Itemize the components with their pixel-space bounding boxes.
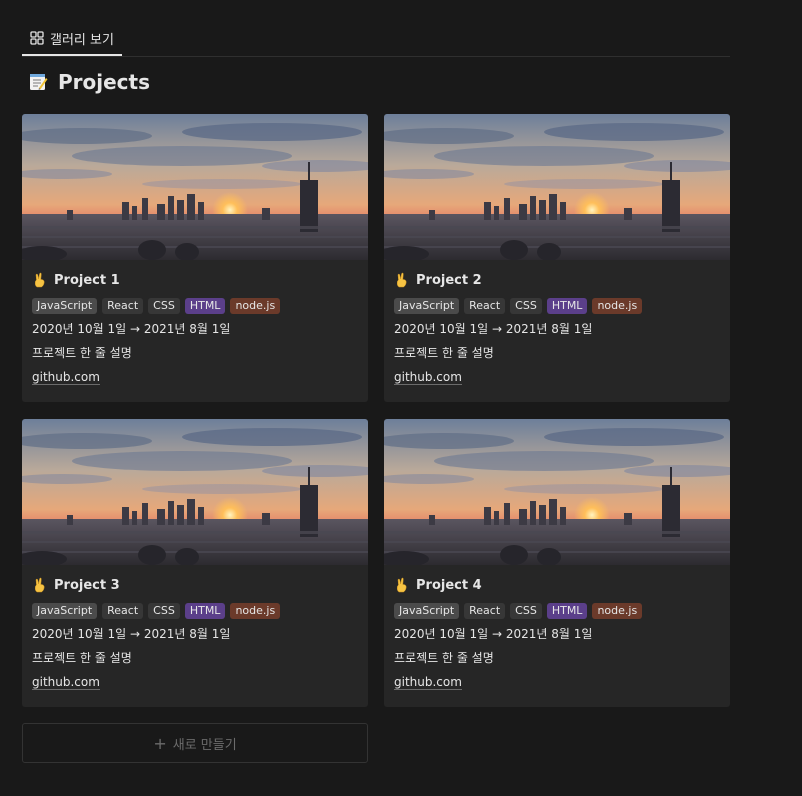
plus-icon: + (153, 733, 167, 753)
card-title: Project 3 (54, 577, 120, 593)
card-title: Project 4 (416, 577, 482, 593)
tag-react: React (102, 603, 144, 619)
tag-css: CSS (510, 298, 542, 314)
new-item-button[interactable]: + 새로 만들기 (22, 723, 368, 763)
tag-node: node.js (230, 298, 281, 314)
link-text[interactable]: github.com (32, 675, 100, 690)
tag-html: HTML (546, 298, 588, 314)
date-range: 2020년 10월 1일 → 2021년 8월 1일 (32, 322, 231, 336)
description: 프로젝트 한 줄 설명 (394, 651, 494, 665)
tag-css: CSS (148, 298, 180, 314)
description: 프로젝트 한 줄 설명 (32, 346, 132, 360)
link[interactable]: github.com (394, 369, 720, 386)
cover-image (22, 419, 368, 565)
victory-hand-icon (34, 272, 45, 288)
view-tabbar: 갤러리 보기 (22, 22, 730, 57)
tag-node: node.js (230, 603, 281, 619)
link[interactable]: github.com (32, 674, 358, 691)
tag-css: CSS (510, 603, 542, 619)
tag-css: CSS (148, 603, 180, 619)
tab-gallery-label: 갤러리 보기 (50, 32, 114, 48)
tag-list: JavaScript React CSS HTML node.js (394, 603, 720, 619)
tag-html: HTML (546, 603, 588, 619)
victory-hand-icon (34, 577, 45, 593)
date-range: 2020년 10월 1일 → 2021년 8월 1일 (394, 322, 593, 336)
cover-image (384, 114, 730, 260)
tag-react: React (464, 298, 506, 314)
gallery-card[interactable]: Project 2 JavaScript React CSS HTML node… (384, 114, 730, 402)
tag-react: React (464, 603, 506, 619)
tag-list: JavaScript React CSS HTML node.js (32, 298, 358, 314)
cover-image (22, 114, 368, 260)
link[interactable]: github.com (394, 674, 720, 691)
tag-javascript: JavaScript (32, 603, 98, 619)
link[interactable]: github.com (32, 369, 358, 386)
card-title: Project 2 (416, 272, 482, 288)
tag-react: React (102, 298, 144, 314)
tab-gallery-view[interactable]: 갤러리 보기 (22, 22, 122, 56)
tag-html: HTML (184, 298, 226, 314)
tag-node: node.js (592, 298, 643, 314)
tag-list: JavaScript React CSS HTML node.js (394, 298, 720, 314)
card-title: Project 1 (54, 272, 120, 288)
gallery-card[interactable]: Project 3 JavaScript React CSS HTML node… (22, 419, 368, 707)
tag-javascript: JavaScript (394, 298, 460, 314)
victory-hand-icon (396, 577, 407, 593)
cover-image (384, 419, 730, 565)
new-item-label: 새로 만들기 (172, 737, 237, 753)
description: 프로젝트 한 줄 설명 (32, 651, 132, 665)
tag-javascript: JavaScript (32, 298, 98, 314)
tag-node: node.js (592, 603, 643, 619)
link-text[interactable]: github.com (394, 370, 462, 385)
description: 프로젝트 한 줄 설명 (394, 346, 494, 360)
gallery-card[interactable]: Project 1 JavaScript React CSS HTML node… (22, 114, 368, 402)
tag-list: JavaScript React CSS HTML node.js (32, 603, 358, 619)
date-range: 2020년 10월 1일 → 2021년 8월 1일 (394, 627, 593, 641)
page-title: Projects (28, 66, 150, 98)
date-range: 2020년 10월 1일 → 2021년 8월 1일 (32, 627, 231, 641)
tag-javascript: JavaScript (394, 603, 460, 619)
gallery-card[interactable]: Project 4 JavaScript React CSS HTML node… (384, 419, 730, 707)
link-text[interactable]: github.com (32, 370, 100, 385)
victory-hand-icon (396, 272, 407, 288)
gallery-grid-icon (30, 31, 44, 45)
link-text[interactable]: github.com (394, 675, 462, 690)
tag-html: HTML (184, 603, 226, 619)
memo-icon (30, 74, 48, 90)
page-title-text: Projects (58, 70, 151, 94)
gallery-page: 갤러리 보기 Projects Project 1 JavaScript Rea… (0, 0, 802, 796)
